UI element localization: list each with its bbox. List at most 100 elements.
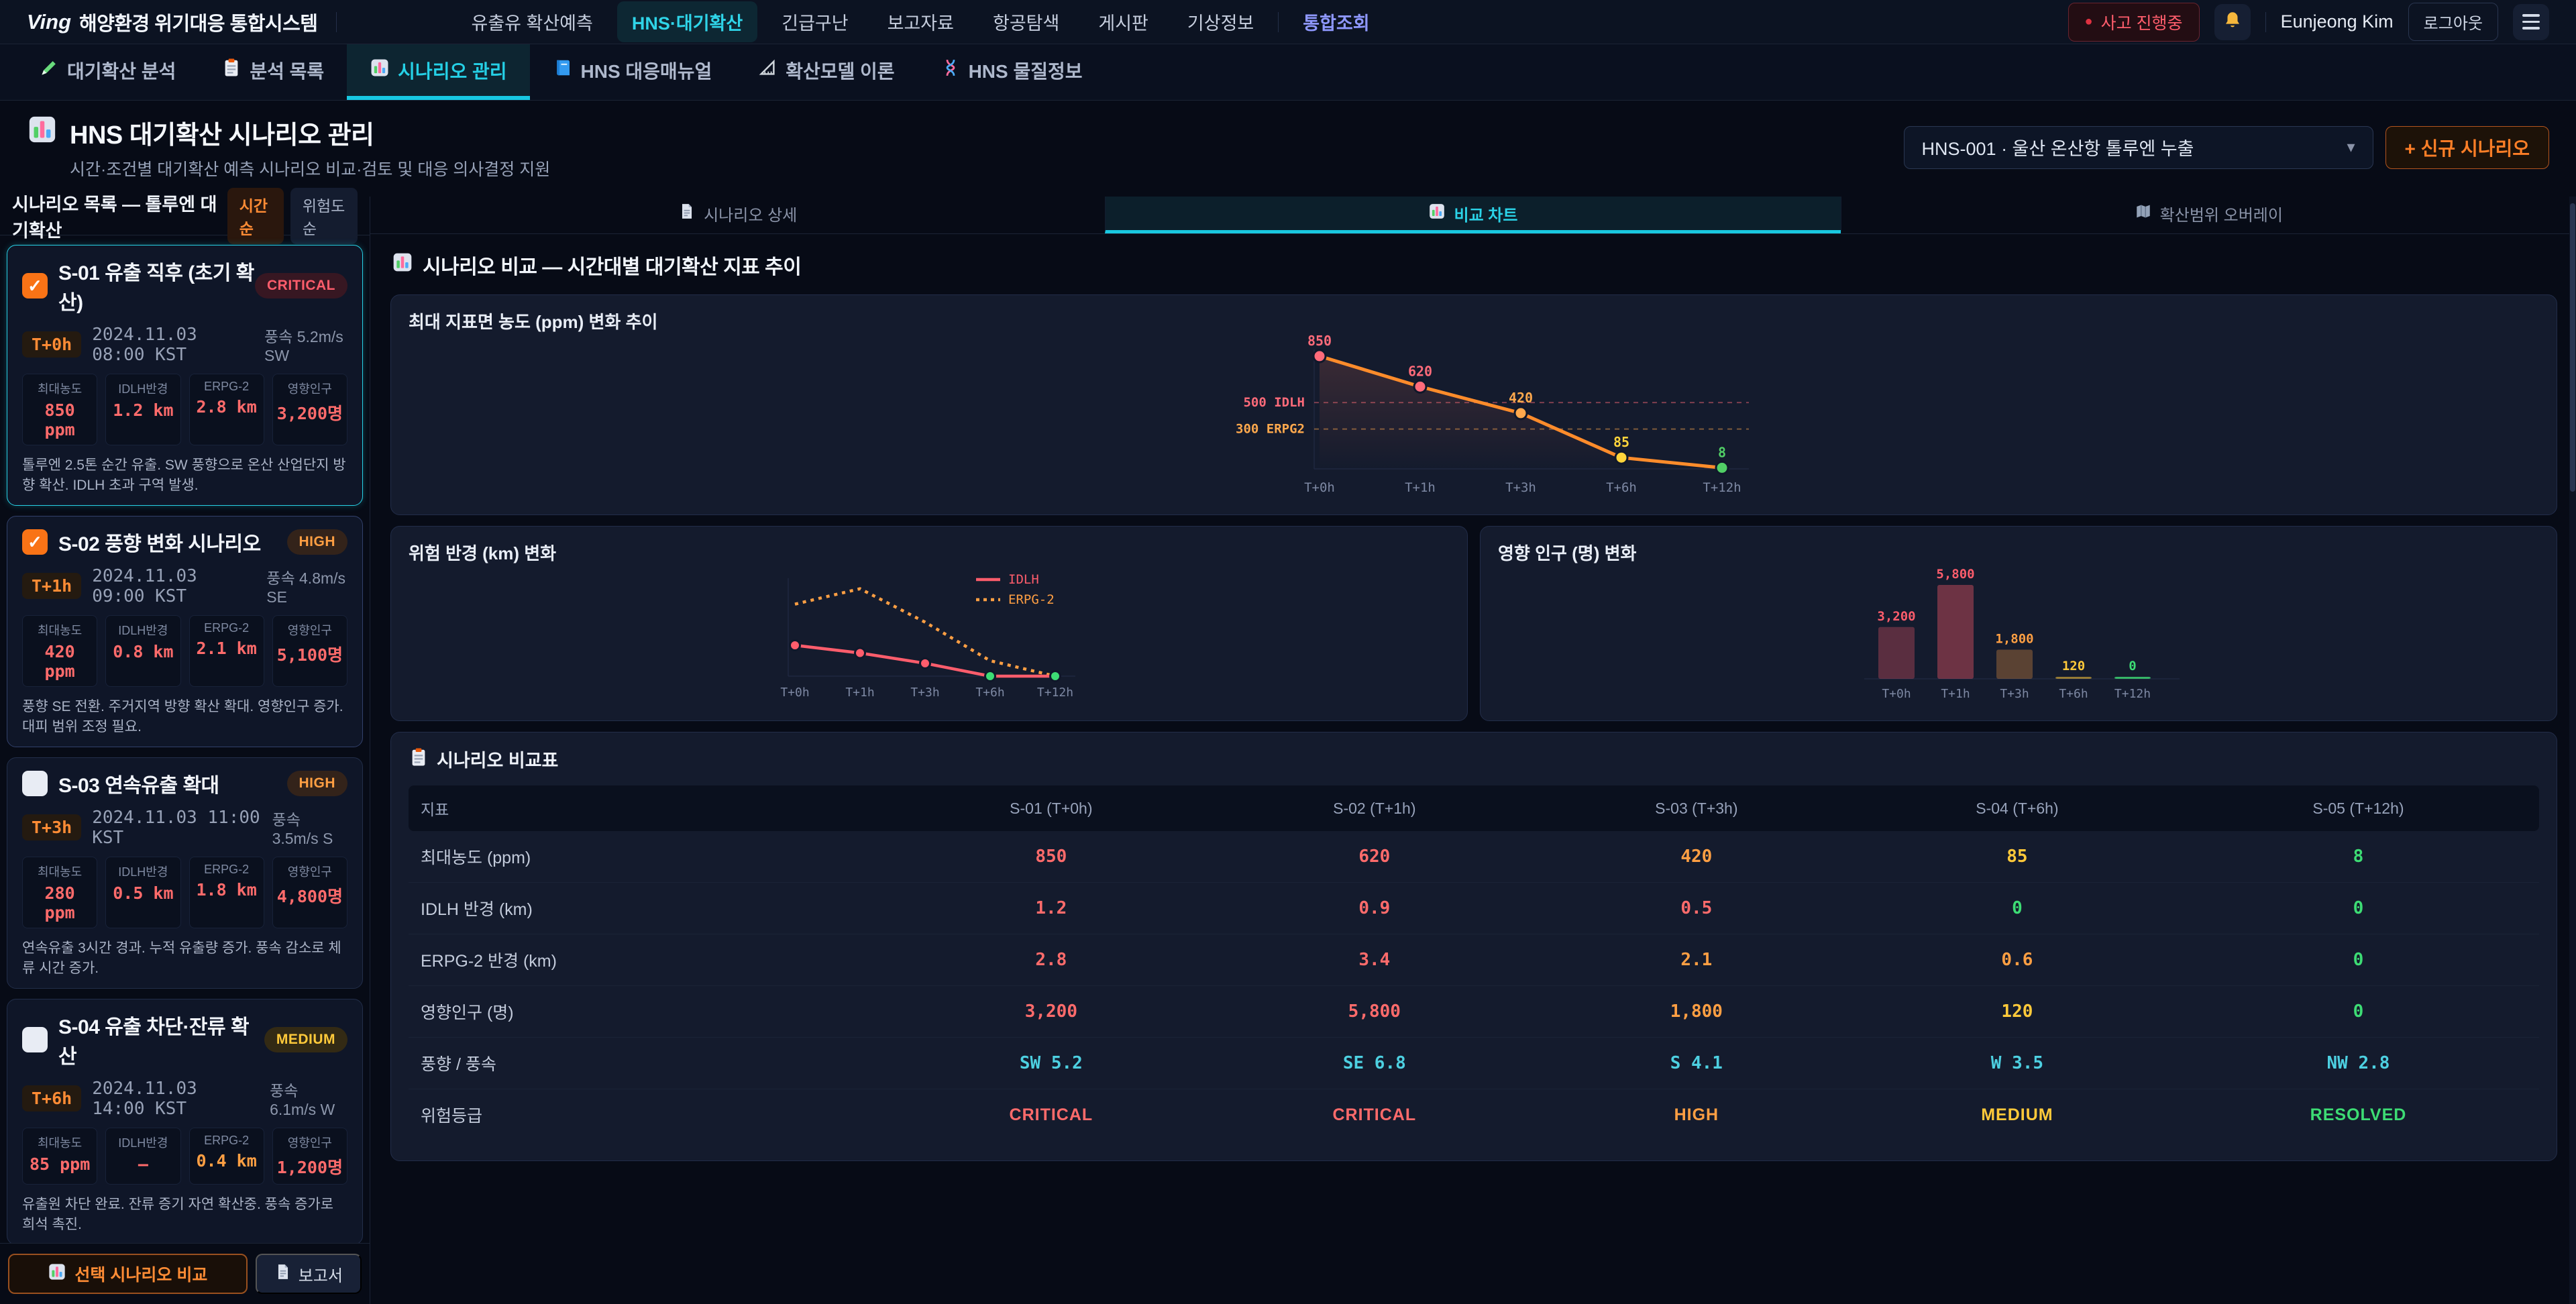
- top-navigation: 유출유 확산예측HNS·대기확산긴급구난보고자료항공탐색게시판기상정보 통합조회: [456, 1, 1384, 42]
- risk-radius-line-chart: T+0hT+1hT+3hT+6hT+12hIDLHERPG-2: [409, 565, 1450, 707]
- scenario-checkbox[interactable]: [22, 1027, 48, 1052]
- stat-label: 최대농도: [25, 863, 94, 880]
- document-icon: [678, 203, 696, 225]
- stat-cell: 최대농도850 ppm: [22, 374, 97, 445]
- main-tab-비교 차트[interactable]: 비교 차트: [1105, 197, 1840, 233]
- metric-label: ERPG-2 반경 (km): [409, 934, 890, 986]
- divider: [336, 12, 337, 32]
- nav-item-기상정보[interactable]: 기상정보: [1173, 1, 1269, 42]
- incident-select[interactable]: HNS-001 · 울산 온산항 톨루엔 누출 ▾: [1904, 126, 2373, 169]
- metric-value: W 3.5: [1857, 1038, 2178, 1089]
- svg-text:300 ERPG2: 300 ERPG2: [1236, 422, 1305, 437]
- clipboard-icon: [221, 58, 241, 83]
- svg-text:T+1h: T+1h: [1941, 687, 1970, 701]
- stat-cell: IDLH반경 0.8 km: [105, 615, 180, 687]
- nav-item-긴급구난[interactable]: 긴급구난: [767, 1, 863, 42]
- scenario-title: S-02 풍향 변화 시나리오: [58, 527, 287, 557]
- brand-title: 해양환경 위기대응 통합시스템: [79, 8, 317, 36]
- metric-value: 3,200: [890, 986, 1213, 1038]
- svg-text:T+6h: T+6h: [975, 686, 1004, 700]
- svg-text:85: 85: [1613, 434, 1629, 450]
- dna-icon: [941, 58, 961, 83]
- sidebar-title: 시나리오 목록 — 톨루엔 대기확산: [12, 190, 227, 242]
- bar-chart-icon: [392, 252, 413, 278]
- metric-value: SW 5.2: [890, 1038, 1213, 1089]
- metric-value: CRITICAL: [890, 1089, 1213, 1141]
- topbar-right: ● 사고 진행중 Eunjeong Kim 로그아웃: [2068, 3, 2549, 42]
- tab-확산모델 이론[interactable]: 확산모델 이론: [735, 44, 917, 100]
- scenario-checkbox[interactable]: ✓: [22, 273, 48, 298]
- risk-badge: MEDIUM: [264, 1027, 347, 1052]
- comparison-table-panel: 시나리오 비교표 지표S-01 (T+0h)S-02 (T+1h)S-03 (T…: [390, 732, 2557, 1161]
- tab-대기확산 분석[interactable]: 대기확산 분석: [16, 44, 199, 100]
- tab-HNS 물질정보[interactable]: HNS 물질정보: [918, 44, 1106, 100]
- svg-text:T+0h: T+0h: [780, 686, 809, 700]
- metric-value: S 4.1: [1536, 1038, 1857, 1089]
- metric-value: 3.4: [1213, 934, 1536, 986]
- section-heading: 시나리오 비교 — 시간대별 대기확산 지표 추이: [392, 250, 2557, 280]
- user-name: Eunjeong Kim: [2281, 11, 2394, 32]
- stat-value: 0.4 km: [193, 1151, 261, 1171]
- metric-label: 위험등급: [409, 1089, 890, 1141]
- new-scenario-button[interactable]: + 신규 시나리오: [2385, 126, 2549, 169]
- nav-item-항공탐색[interactable]: 항공탐색: [978, 1, 1074, 42]
- nav-item-보고자료[interactable]: 보고자료: [873, 1, 969, 42]
- stat-value: 2.8 km: [193, 397, 261, 417]
- svg-text:T+0h: T+0h: [1304, 480, 1335, 495]
- menu-button[interactable]: [2513, 4, 2549, 40]
- metric-value: 0: [2178, 934, 2539, 986]
- scrollbar-thumb[interactable]: [2570, 203, 2575, 492]
- nav-item-통합조회[interactable]: 통합조회: [1288, 1, 1384, 42]
- scenario-description: 톨루엔 2.5톤 순간 유출. SW 풍향으로 온산 산업단지 방향 확산. I…: [22, 454, 347, 494]
- brand: Ving 해양환경 위기대응 통합시스템: [27, 8, 317, 36]
- nav-item-유출유 확산예측[interactable]: 유출유 확산예측: [456, 1, 607, 42]
- svg-text:T+3h: T+3h: [2000, 687, 2029, 701]
- stat-cell: 최대농도280 ppm: [22, 857, 97, 928]
- scenario-card[interactable]: S-04 유출 차단·잔류 확산MEDIUMT+6h2024.11.03 14:…: [7, 999, 363, 1243]
- report-button[interactable]: 보고서: [256, 1254, 362, 1294]
- stat-value: –: [109, 1154, 177, 1174]
- svg-text:ERPG-2: ERPG-2: [1008, 592, 1055, 607]
- logout-button[interactable]: 로그아웃: [2408, 3, 2498, 41]
- scenario-title: S-03 연속유출 확대: [58, 769, 287, 798]
- time-offset-badge: T+6h: [22, 1085, 81, 1111]
- metric-value: 620: [1213, 831, 1536, 883]
- tab-분석 목록[interactable]: 분석 목록: [199, 44, 347, 100]
- main-tab-시나리오 상세[interactable]: 시나리오 상세: [370, 197, 1105, 233]
- scenario-card[interactable]: ✓S-02 풍향 변화 시나리오HIGHT+1h2024.11.03 09:00…: [7, 516, 363, 747]
- radius-chart-panel: 위험 반경 (km) 변화 T+0hT+1hT+3hT+6hT+12hIDLHE…: [390, 526, 1468, 721]
- compare-scenarios-button[interactable]: 선택 시나리오 비교: [8, 1254, 248, 1294]
- metric-value: 0: [2178, 883, 2539, 934]
- comparison-table: 지표S-01 (T+0h)S-02 (T+1h)S-03 (T+3h)S-04 …: [409, 785, 2539, 1140]
- wind-info: 풍속 6.1m/s W: [270, 1078, 347, 1119]
- compare-scenarios-label: 선택 시나리오 비교: [74, 1262, 207, 1286]
- stat-value: 2.1 km: [193, 639, 261, 658]
- risk-badge: HIGH: [287, 771, 348, 796]
- notifications-button[interactable]: [2214, 4, 2251, 40]
- scenario-datetime: 2024.11.03 11:00 KST: [92, 808, 261, 848]
- nav-item-게시판[interactable]: 게시판: [1083, 1, 1163, 42]
- chart-title: 위험 반경 (km) 변화: [409, 540, 1450, 565]
- column-header-scenario: S-01 (T+0h): [890, 785, 1213, 831]
- scrollbar[interactable]: [2569, 197, 2576, 1304]
- scenario-card[interactable]: S-03 연속유출 확대HIGHT+3h2024.11.03 11:00 KST…: [7, 757, 363, 989]
- scenario-description: 풍향 SE 전환. 주거지역 방향 확산 확대. 영향인구 증가. 대피 범위 …: [22, 696, 347, 736]
- scenario-title: S-01 유출 직후 (초기 확산): [58, 256, 255, 315]
- stat-label: IDLH반경: [109, 621, 177, 639]
- scenario-checkbox[interactable]: [22, 771, 48, 796]
- svg-text:1,800: 1,800: [1995, 632, 2033, 647]
- clipboard-icon: [409, 747, 429, 771]
- metric-value: 2.8: [890, 934, 1213, 986]
- main-tab-확산범위 오버레이[interactable]: 확산범위 오버레이: [1841, 197, 2576, 233]
- tab-HNS 대응매뉴얼[interactable]: HNS 대응매뉴얼: [530, 44, 735, 100]
- scenario-card[interactable]: ✓S-01 유출 직후 (초기 확산)CRITICALT+0h2024.11.0…: [7, 245, 363, 506]
- incident-select-value: HNS-001 · 울산 온산항 톨루엔 누출: [1922, 134, 2194, 160]
- nav-item-HNS·대기확산[interactable]: HNS·대기확산: [617, 1, 757, 42]
- wind-info: 풍속 5.2m/s SW: [264, 324, 347, 365]
- stat-value: 0.8 km: [109, 642, 177, 661]
- scenario-checkbox[interactable]: ✓: [22, 529, 48, 555]
- table-row: ERPG-2 반경 (km)2.83.42.10.60: [409, 934, 2539, 986]
- tab-시나리오 관리[interactable]: 시나리오 관리: [347, 44, 529, 100]
- svg-text:T+6h: T+6h: [1606, 480, 1637, 495]
- chart-icon: [370, 58, 390, 83]
